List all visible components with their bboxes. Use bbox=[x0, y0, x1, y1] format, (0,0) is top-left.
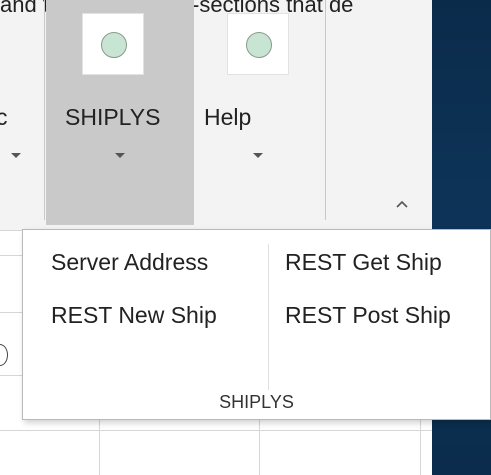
shiplys-button-label: SHIPLYS bbox=[65, 104, 161, 130]
ribbon-button-previous-label: c bbox=[0, 104, 8, 130]
circle-icon bbox=[246, 32, 272, 58]
shiplys-dropdown-menu: Server Address REST New Ship REST Get Sh… bbox=[22, 229, 491, 420]
menu-item-rest-new-ship[interactable]: REST New Ship bbox=[47, 300, 221, 331]
chevron-down-icon bbox=[253, 153, 263, 158]
help-button-label: Help bbox=[204, 104, 252, 130]
menu-item-rest-post-ship[interactable]: REST Post Ship bbox=[281, 300, 455, 331]
chevron-down-icon bbox=[11, 153, 21, 158]
grid-line bbox=[0, 312, 22, 313]
grid-line bbox=[0, 430, 432, 431]
shiplys-icon bbox=[82, 13, 144, 75]
circle-icon bbox=[101, 32, 127, 58]
ribbon-divider bbox=[325, 0, 326, 220]
ribbon-button-previous[interactable]: c bbox=[0, 0, 44, 225]
chevron-down-icon bbox=[115, 153, 125, 158]
help-icon bbox=[227, 13, 289, 75]
ribbon-divider bbox=[44, 0, 45, 220]
menu-item-server-address[interactable]: Server Address bbox=[47, 247, 212, 278]
grid-line bbox=[0, 375, 22, 376]
grid-line bbox=[420, 420, 421, 475]
shiplys-button[interactable]: SHIPLYS bbox=[46, 0, 194, 225]
grid-line bbox=[259, 420, 260, 475]
help-button[interactable]: Help bbox=[196, 0, 324, 225]
chevron-up-icon[interactable] bbox=[395, 197, 409, 211]
grid-line bbox=[0, 255, 22, 256]
menu-item-rest-get-ship[interactable]: REST Get Ship bbox=[281, 247, 446, 278]
menu-column-divider bbox=[268, 244, 269, 390]
menu-group-label: SHIPLYS bbox=[219, 392, 294, 412]
grid-line bbox=[99, 420, 100, 475]
